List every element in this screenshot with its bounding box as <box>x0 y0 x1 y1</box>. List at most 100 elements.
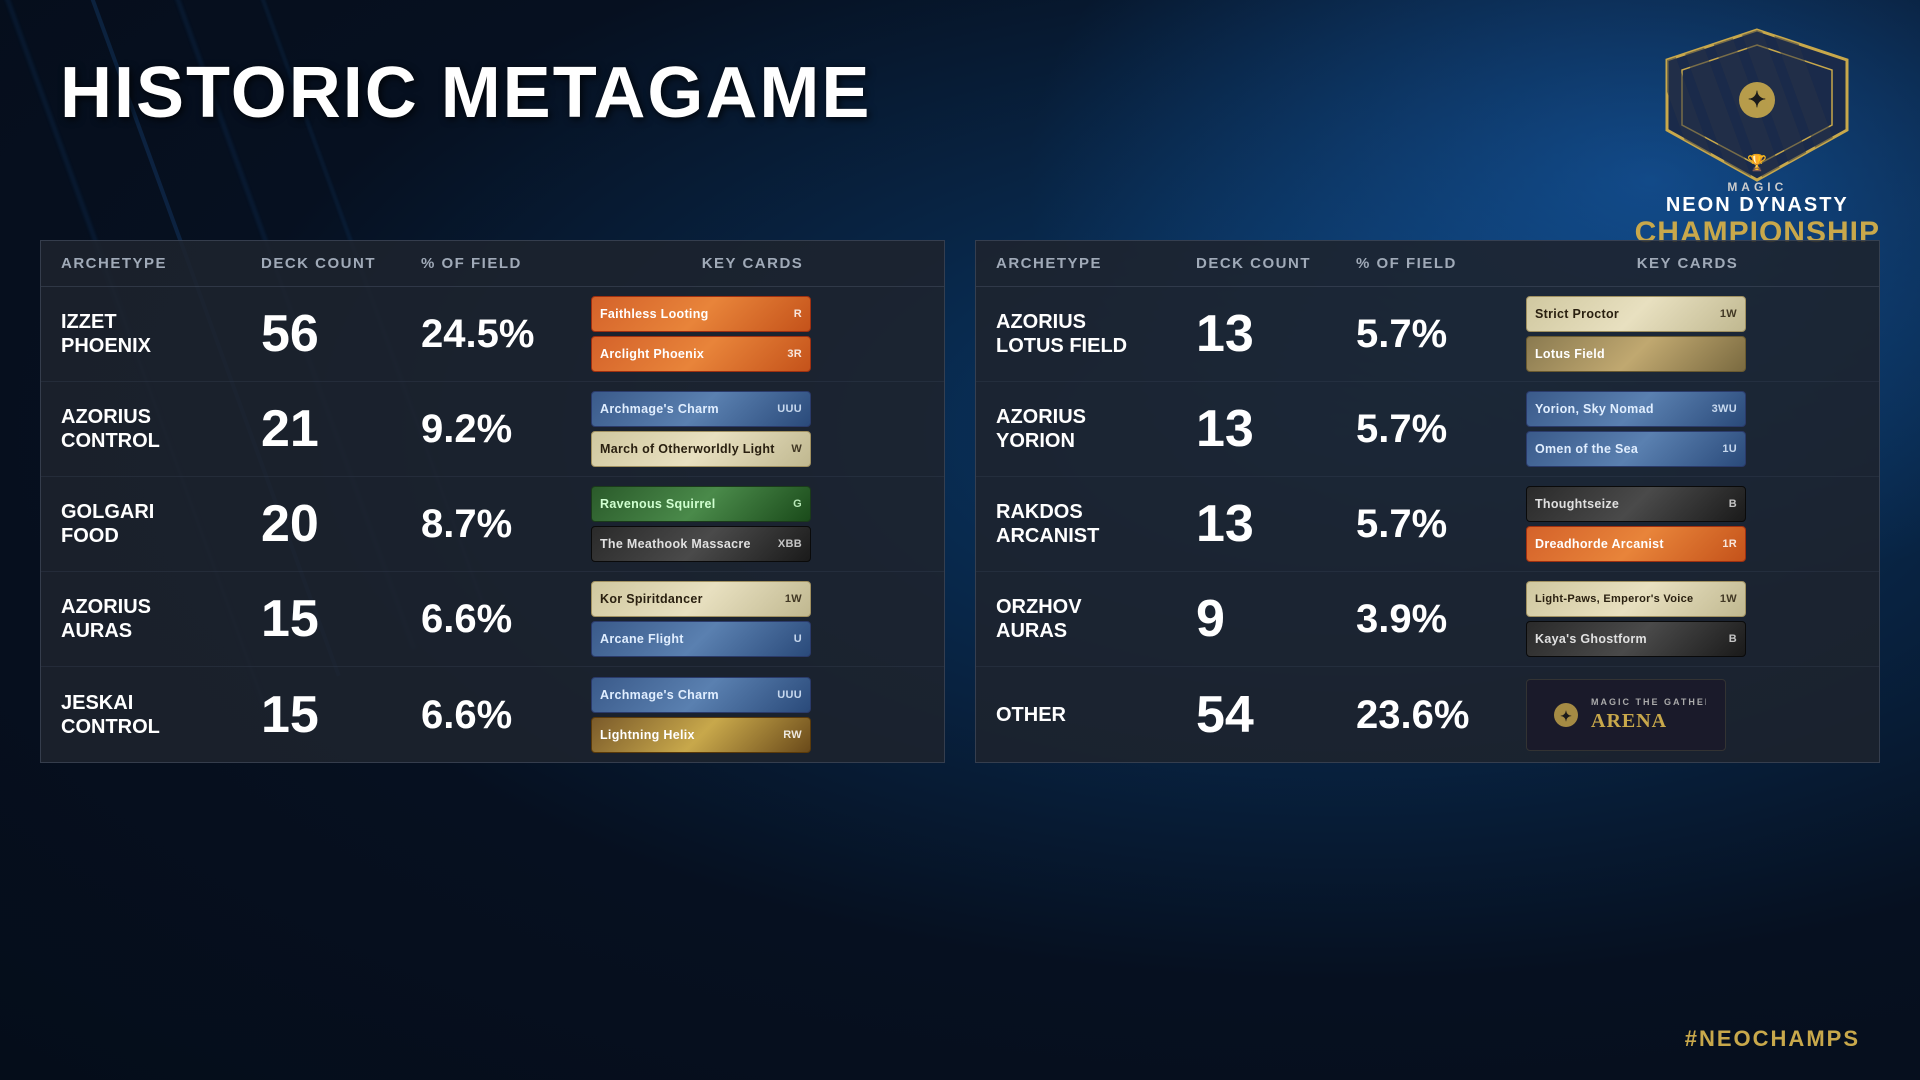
tables-container: ARCHETYPE DECK COUNT % OF FIELD KEY CARD… <box>40 240 1880 763</box>
deck-count: 15 <box>261 689 421 741</box>
card-name: Lotus Field <box>1535 347 1733 361</box>
table-row: JESKAICONTROL 15 6.6% Archmage's Charm U… <box>41 667 944 762</box>
card-chip: Omen of the Sea 1U <box>1526 431 1746 467</box>
card-name: Arcane Flight <box>600 632 790 646</box>
card-cost: RW <box>783 729 802 741</box>
right-header-key-cards: KEY CARDS <box>1516 255 1859 272</box>
key-cards-col: Thoughtseize B Dreadhorde Arcanist 1R <box>1516 486 1859 562</box>
card-name: Arclight Phoenix <box>600 347 783 361</box>
card-chip: Kaya's Ghostform B <box>1526 621 1746 657</box>
archetype-name: OTHER <box>996 703 1196 727</box>
deck-count: 9 <box>1196 593 1356 645</box>
deck-count: 13 <box>1196 498 1356 550</box>
card-cost: 1U <box>1722 443 1737 455</box>
card-chip: Archmage's Charm UUU <box>591 391 811 427</box>
card-chip: Ravenous Squirrel G <box>591 486 811 522</box>
card-chip: Kor Spiritdancer 1W <box>591 581 811 617</box>
left-header-deck-count: DECK COUNT <box>261 255 421 272</box>
card-cost: 1R <box>1722 538 1737 550</box>
deck-count: 20 <box>261 498 421 550</box>
card-name: Light-Paws, Emperor's Voice <box>1535 593 1716 605</box>
deck-count: 13 <box>1196 308 1356 360</box>
card-name: Lightning Helix <box>600 728 779 742</box>
card-cost: UUU <box>777 403 802 415</box>
card-chip: Arclight Phoenix 3R <box>591 336 811 372</box>
card-name: Dreadhorde Arcanist <box>1535 537 1718 551</box>
pct-field: 23.6% <box>1356 695 1516 735</box>
deck-count: 56 <box>261 308 421 360</box>
key-cards-col: Yorion, Sky Nomad 3WU Omen of the Sea 1U <box>1516 391 1859 467</box>
card-chip: Faithless Looting R <box>591 296 811 332</box>
card-cost: B <box>1729 498 1737 510</box>
pct-field: 5.7% <box>1356 314 1516 354</box>
left-header-pct-field: % OF FIELD <box>421 255 581 272</box>
deck-count: 21 <box>261 403 421 455</box>
key-cards-col: Ravenous Squirrel G The Meathook Massacr… <box>581 486 924 562</box>
card-chip: March of Otherworldly Light W <box>591 431 811 467</box>
card-chip: Yorion, Sky Nomad 3WU <box>1526 391 1746 427</box>
card-chip: Strict Proctor 1W <box>1526 296 1746 332</box>
card-name: Strict Proctor <box>1535 307 1716 321</box>
svg-text:ARENA: ARENA <box>1591 710 1667 732</box>
right-header-deck-count: DECK COUNT <box>1196 255 1356 272</box>
card-chip: Arcane Flight U <box>591 621 811 657</box>
logo-neon-dynasty: NEON DYNASTY <box>1635 194 1880 216</box>
card-cost: 1W <box>1720 308 1737 320</box>
archetype-name: AZORIUSAURAS <box>61 595 261 643</box>
card-name: Archmage's Charm <box>600 688 773 702</box>
left-table-header: ARCHETYPE DECK COUNT % OF FIELD KEY CARD… <box>41 241 944 287</box>
page-title: HISTORIC METAGAME <box>60 52 871 134</box>
table-row: RAKDOSARCANIST 13 5.7% Thoughtseize B Dr… <box>976 477 1879 572</box>
card-cost: 1W <box>785 593 802 605</box>
left-table: ARCHETYPE DECK COUNT % OF FIELD KEY CARD… <box>40 240 945 763</box>
deck-count: 54 <box>1196 689 1356 741</box>
key-cards-col: Faithless Looting R Arclight Phoenix 3R <box>581 296 924 372</box>
key-cards-col: Light-Paws, Emperor's Voice 1W Kaya's Gh… <box>1516 581 1859 657</box>
card-cost: 3WU <box>1712 403 1737 415</box>
card-chip: Light-Paws, Emperor's Voice 1W <box>1526 581 1746 617</box>
card-cost: W <box>791 443 802 455</box>
table-row: AZORIUSLOTUS FIELD 13 5.7% Strict Procto… <box>976 287 1879 382</box>
arena-logo-box: ✦ MAGIC THE GATHERING ARENA <box>1526 679 1726 751</box>
card-name: Kaya's Ghostform <box>1535 632 1725 646</box>
pct-field: 24.5% <box>421 314 581 354</box>
pct-field: 3.9% <box>1356 599 1516 639</box>
pct-field: 9.2% <box>421 409 581 449</box>
logo-badge: ✦ 🏆 <box>1647 20 1867 190</box>
right-table: ARCHETYPE DECK COUNT % OF FIELD KEY CARD… <box>975 240 1880 763</box>
right-header-archetype: ARCHETYPE <box>996 255 1196 272</box>
card-name: Faithless Looting <box>600 307 790 321</box>
right-table-header: ARCHETYPE DECK COUNT % OF FIELD KEY CARD… <box>976 241 1879 287</box>
key-cards-col: Archmage's Charm UUU March of Otherworld… <box>581 391 924 467</box>
archetype-name: AZORIUSCONTROL <box>61 405 261 453</box>
card-name: Archmage's Charm <box>600 402 773 416</box>
key-cards-col: ✦ MAGIC THE GATHERING ARENA <box>1516 679 1859 751</box>
pct-field: 6.6% <box>421 695 581 735</box>
pct-field: 8.7% <box>421 504 581 544</box>
card-cost: 3R <box>787 348 802 360</box>
card-name: Yorion, Sky Nomad <box>1535 402 1708 416</box>
table-row: OTHER 54 23.6% ✦ MAGIC THE GATHERING ARE… <box>976 667 1879 762</box>
archetype-name: GOLGARIFOOD <box>61 500 261 548</box>
card-name: Kor Spiritdancer <box>600 592 781 606</box>
right-header-pct-field: % OF FIELD <box>1356 255 1516 272</box>
left-header-key-cards: KEY CARDS <box>581 255 924 272</box>
deck-count: 15 <box>261 593 421 645</box>
svg-text:✦: ✦ <box>1748 87 1766 112</box>
key-cards-col: Archmage's Charm UUU Lightning Helix RW <box>581 677 924 753</box>
card-chip: The Meathook Massacre XBB <box>591 526 811 562</box>
pct-field: 6.6% <box>421 599 581 639</box>
archetype-name: IZZETPHOENIX <box>61 310 261 358</box>
card-chip: Thoughtseize B <box>1526 486 1746 522</box>
table-row: AZORIUSAURAS 15 6.6% Kor Spiritdancer 1W… <box>41 572 944 667</box>
hashtag: #NEOCHAMPS <box>1685 1026 1860 1052</box>
pct-field: 5.7% <box>1356 409 1516 449</box>
key-cards-col: Kor Spiritdancer 1W Arcane Flight U <box>581 581 924 657</box>
archetype-name: JESKAICONTROL <box>61 691 261 739</box>
card-cost: R <box>794 308 802 320</box>
table-row: GOLGARIFOOD 20 8.7% Ravenous Squirrel G … <box>41 477 944 572</box>
card-chip: Lotus Field <box>1526 336 1746 372</box>
table-row: IZZETPHOENIX 56 24.5% Faithless Looting … <box>41 287 944 382</box>
card-cost: 1W <box>1720 593 1737 605</box>
table-row: AZORIUSCONTROL 21 9.2% Archmage's Charm … <box>41 382 944 477</box>
